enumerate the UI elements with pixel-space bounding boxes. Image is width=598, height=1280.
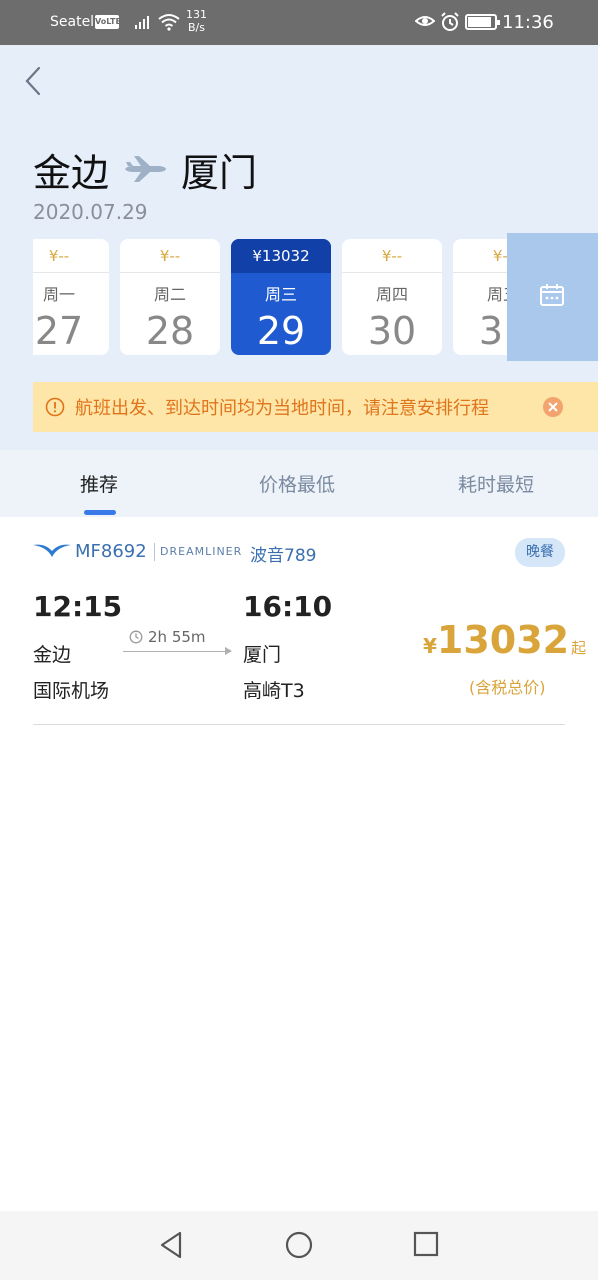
meal-badge: 晚餐 xyxy=(515,538,565,567)
duration-text: 2h 55m xyxy=(148,628,206,646)
wifi-icon xyxy=(158,14,180,31)
back-triangle-icon[interactable] xyxy=(158,1231,184,1259)
tab-lowest-price[interactable]: 价格最低 xyxy=(259,470,335,497)
date-price: ¥-- xyxy=(33,239,109,273)
notice-text: 航班出发、到达时间均为当地时间，请注意安排行程 xyxy=(75,398,489,419)
date-day: 29 xyxy=(256,309,306,353)
date-price: ¥-- xyxy=(453,239,507,273)
date-weekday: 周二 xyxy=(153,285,186,304)
tax-note: (含税总价) xyxy=(469,678,546,697)
volte-badge: VoLTE xyxy=(95,15,121,29)
flight-duration: 2h 55m xyxy=(129,628,206,646)
sort-tabs: 推荐 价格最低 耗时最短 xyxy=(0,450,598,517)
price-amount: 13032 xyxy=(436,618,570,662)
network-speed-value: 131 xyxy=(186,8,207,21)
arrival-time: 16:10 xyxy=(243,590,333,623)
calendar-icon xyxy=(540,284,564,306)
price-currency: ¥ xyxy=(423,634,437,658)
date-day: 31 xyxy=(478,309,507,353)
origin-city: 金边 xyxy=(33,150,110,195)
date-day: 28 xyxy=(145,309,195,353)
arrival-city: 厦门 xyxy=(243,644,282,666)
network-speed: 131 B/s xyxy=(186,8,207,34)
date-card-selected[interactable]: ¥13032 周三 29 xyxy=(231,239,331,355)
flight-search-header: 金边 厦门 2020.07.29 ¥-- 周一 27 ¥-- 周二 28 ¥13… xyxy=(0,45,598,450)
date-card[interactable]: ¥-- 周四 30 xyxy=(342,239,442,355)
date-weekday: 周一 xyxy=(42,285,75,304)
date-card[interactable]: ¥-- 周一 27 xyxy=(33,239,109,355)
date-day: 27 xyxy=(34,309,84,353)
aircraft-model: 波音789 xyxy=(250,546,317,566)
date-selector: ¥-- 周一 27 ¥-- 周二 28 ¥13032 周三 29 ¥-- 周四 … xyxy=(33,239,507,355)
info-icon xyxy=(45,397,65,417)
clock-icon xyxy=(129,630,143,644)
date-weekday: 周三 xyxy=(264,285,297,304)
date-weekday: 周五 xyxy=(486,285,507,304)
destination-city: 厦门 xyxy=(181,150,258,195)
close-icon[interactable] xyxy=(543,397,563,417)
status-bar: Seatel VoLTE 131 B/s 11:36 xyxy=(0,0,598,45)
flight-number: MF8692 xyxy=(75,541,147,562)
battery-icon xyxy=(465,14,500,30)
eye-comfort-icon xyxy=(415,16,435,26)
route-title: 金边 厦门 xyxy=(33,147,257,195)
airplane-icon xyxy=(125,156,167,182)
calendar-button[interactable] xyxy=(507,233,598,361)
departure-time: 12:15 xyxy=(33,590,123,623)
date-weekday: 周四 xyxy=(375,285,408,304)
date-card[interactable]: ¥-- 周二 28 xyxy=(120,239,220,355)
aircraft-brand: DREAMLINER xyxy=(160,545,243,558)
flight-price: ¥ 13032 起 xyxy=(423,618,586,662)
price-suffix: 起 xyxy=(571,639,587,657)
date-card[interactable]: ¥-- 周五 31 xyxy=(453,239,507,355)
date-price: ¥13032 xyxy=(231,239,331,273)
recent-apps-square-icon[interactable] xyxy=(413,1231,439,1257)
arrival-airport: 高崎T3 xyxy=(243,680,305,702)
duration-arrow xyxy=(123,647,232,655)
tab-recommended[interactable]: 推荐 xyxy=(80,470,118,497)
xiamen-airlines-logo-icon xyxy=(33,544,71,557)
divider xyxy=(154,543,155,561)
travel-date: 2020.07.29 xyxy=(33,200,148,224)
battery-level xyxy=(468,17,492,27)
flight-list-item[interactable]: MF8692 DREAMLINER 波音789 晚餐 12:15 16:10 金… xyxy=(33,530,586,725)
signal-icon xyxy=(135,16,149,29)
carrier-name: Seatel xyxy=(50,14,95,30)
date-day: 30 xyxy=(367,309,417,353)
tab-active-indicator xyxy=(84,510,116,515)
departure-airport: 国际机场 xyxy=(33,680,110,702)
date-price: ¥-- xyxy=(120,239,220,273)
home-circle-icon[interactable] xyxy=(285,1231,313,1259)
departure-city: 金边 xyxy=(33,644,72,666)
alarm-icon xyxy=(441,12,459,31)
system-navigation-bar xyxy=(0,1211,598,1280)
tab-shortest-duration[interactable]: 耗时最短 xyxy=(458,470,534,497)
clock-time: 11:36 xyxy=(502,12,554,33)
notice-banner: 航班出发、到达时间均为当地时间，请注意安排行程 xyxy=(33,382,598,432)
network-speed-unit: B/s xyxy=(188,21,205,34)
chevron-left-icon[interactable] xyxy=(22,65,46,97)
date-price: ¥-- xyxy=(342,239,442,273)
